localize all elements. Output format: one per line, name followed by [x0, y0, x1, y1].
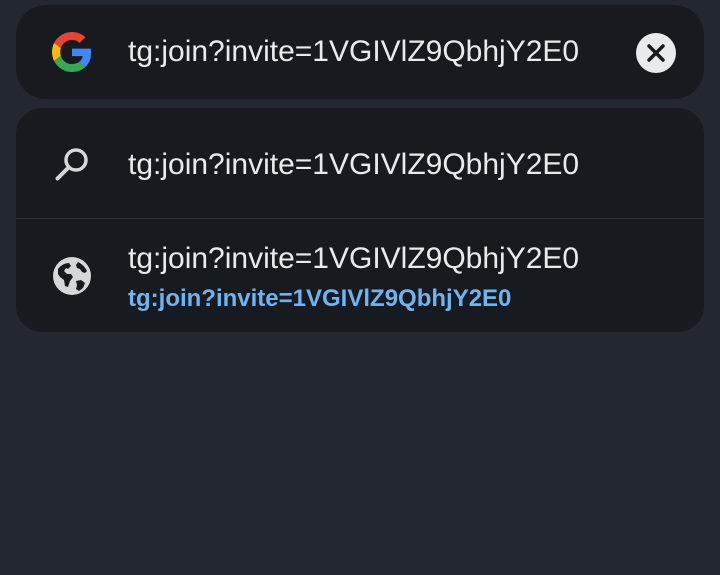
globe-icon	[53, 257, 91, 295]
omnibox-page: tg:join?invite=1VGIVlZ9QbhjY2E0 tg:join?…	[0, 0, 720, 575]
search-icon	[55, 148, 88, 181]
suggestion-title: tg:join?invite=1VGIVlZ9QbhjY2E0	[128, 242, 580, 275]
close-icon	[647, 44, 665, 62]
suggestion-title: tg:join?invite=1VGIVlZ9QbhjY2E0	[128, 148, 580, 181]
search-query-text: tg:join?invite=1VGIVlZ9QbhjY2E0	[128, 35, 580, 68]
search-input[interactable]: tg:join?invite=1VGIVlZ9QbhjY2E0	[128, 30, 618, 74]
suggestion-divider	[16, 218, 704, 219]
clear-button[interactable]	[636, 33, 676, 73]
google-g-icon	[52, 32, 92, 72]
suggestion-url: tg:join?invite=1VGIVlZ9QbhjY2E0	[128, 285, 512, 312]
